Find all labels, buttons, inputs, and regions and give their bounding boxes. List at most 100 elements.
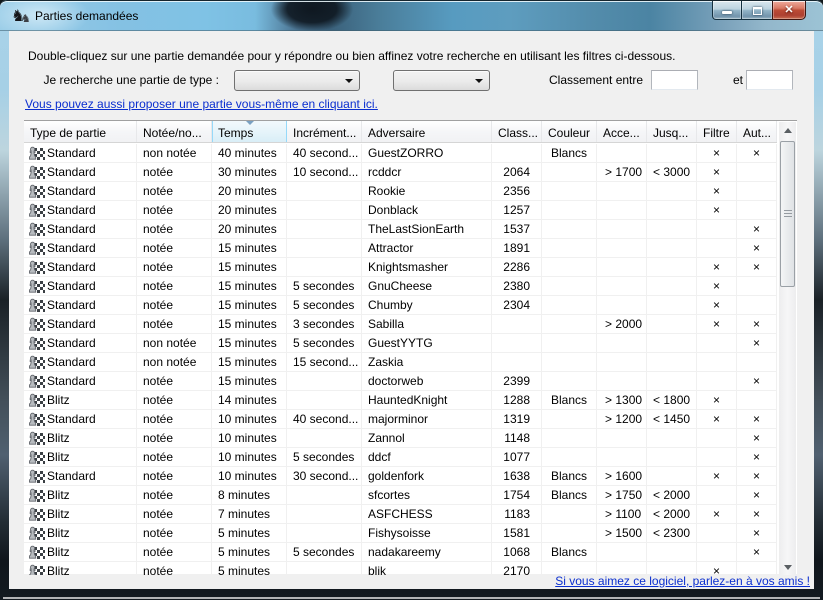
table-row[interactable]: Standardnotée20 minutesTheLastSionEarth1… [24, 220, 777, 239]
column-header-time[interactable]: Temps [212, 121, 287, 142]
column-header-filtre[interactable]: Filtre [697, 121, 737, 142]
table-row[interactable]: Blitznotée7 minutesASFCHESS1183> 1100< 2… [24, 505, 777, 524]
minimize-button[interactable] [712, 1, 742, 20]
cell-jusq [647, 448, 697, 467]
cell-couleur [542, 315, 597, 334]
cell-increment: 15 second... [287, 353, 362, 372]
scroll-up-button[interactable] [779, 122, 796, 138]
cell-jusq [647, 353, 697, 372]
rating-max-input[interactable] [746, 70, 793, 90]
cell-adversaire: goldenfork [362, 467, 492, 486]
cell-adversaire: Chumby [362, 296, 492, 315]
cell-type: Standard [24, 277, 137, 296]
pawn-chessboard-icon [28, 222, 45, 237]
cell-time: 10 minutes [212, 467, 287, 486]
table-row[interactable]: Blitznotée14 minutesHauntedKnight1288Bla… [24, 391, 777, 410]
cell-increment: 5 secondes [287, 334, 362, 353]
title-bar[interactable]: ♞♞ Parties demandées ✕ [0, 0, 823, 31]
cell-adversaire: ASFCHESS [362, 505, 492, 524]
table-row[interactable]: Standardnotée15 minutesAttractor1891× [24, 239, 777, 258]
column-header-couleur[interactable]: Couleur [542, 121, 597, 142]
cell-adversaire: HauntedKnight [362, 391, 492, 410]
cell-rated: non notée [137, 144, 212, 163]
cell-aut [737, 182, 777, 201]
table-row[interactable]: Blitznotée8 minutessfcortes1754Blancs> 1… [24, 486, 777, 505]
cell-filtre: × [697, 296, 737, 315]
table-row[interactable]: Blitznotée5 minutes5 secondesnadakareemy… [24, 543, 777, 562]
propose-game-link[interactable]: Vous pouvez aussi proposer une partie vo… [25, 97, 378, 111]
cell-jusq: < 2000 [647, 505, 697, 524]
cell-couleur [542, 182, 597, 201]
cell-aut: × [737, 524, 777, 543]
cell-time: 15 minutes [212, 258, 287, 277]
game-type-combo[interactable] [234, 70, 360, 91]
table-row[interactable]: Standardnotée10 minutes30 second...golde… [24, 467, 777, 486]
column-header-rated[interactable]: Notée/no... [137, 121, 212, 142]
column-header-type[interactable]: Type de partie [24, 121, 137, 142]
cell-jusq [647, 239, 697, 258]
cell-acce [597, 448, 647, 467]
cell-rated: notée [137, 505, 212, 524]
table-row[interactable]: Standardnotée10 minutes40 second...major… [24, 410, 777, 429]
column-header-aut[interactable]: Aut... [737, 121, 777, 142]
cell-acce [597, 296, 647, 315]
cell-classement: 1754 [492, 486, 542, 505]
cell-classement: 1638 [492, 467, 542, 486]
table-row[interactable]: Standardnotée15 minutes5 secondesChumby2… [24, 296, 777, 315]
table-row[interactable]: Standardnotée15 minutesKnightsmasher2286… [24, 258, 777, 277]
maximize-button[interactable] [742, 1, 772, 20]
vertical-scrollbar[interactable] [779, 122, 796, 575]
share-software-link[interactable]: Si vous aimez ce logiciel, parlez-en à v… [555, 574, 810, 588]
cell-jusq [647, 258, 697, 277]
cell-acce: > 1500 [597, 524, 647, 543]
cell-type: Blitz [24, 486, 137, 505]
cell-rated: notée [137, 448, 212, 467]
pawn-chessboard-icon [28, 298, 45, 313]
cell-adversaire: ddcf [362, 448, 492, 467]
cell-increment [287, 372, 362, 391]
scroll-down-button[interactable] [779, 559, 796, 575]
cell-classement: 1537 [492, 220, 542, 239]
combo-arrow-icon [475, 79, 483, 83]
table-row[interactable]: Standardnon notée40 minutes40 second...G… [24, 144, 777, 163]
cell-time: 15 minutes [212, 296, 287, 315]
cell-time: 5 minutes [212, 524, 287, 543]
table-row[interactable]: Standardnotée15 minutesdoctorweb2399× [24, 372, 777, 391]
cell-classement: 1891 [492, 239, 542, 258]
cell-jusq [647, 220, 697, 239]
table-row[interactable]: Blitznotée10 minutes5 secondesddcf1077× [24, 448, 777, 467]
pawn-chessboard-icon [28, 545, 45, 560]
table-row[interactable]: Standardnotée15 minutes3 secondesSabilla… [24, 315, 777, 334]
rating-min-input[interactable] [651, 70, 698, 90]
column-header-increment[interactable]: Incrément... [287, 121, 362, 142]
cell-couleur [542, 429, 597, 448]
cell-aut: × [737, 543, 777, 562]
cell-increment: 5 secondes [287, 448, 362, 467]
table-row[interactable]: Blitznotée5 minutesFishysoisse1581> 1500… [24, 524, 777, 543]
cell-time: 10 minutes [212, 448, 287, 467]
table-row[interactable]: Blitznotée10 minutesZannol1148× [24, 429, 777, 448]
cell-rated: notée [137, 182, 212, 201]
cell-increment: 10 second... [287, 163, 362, 182]
column-header-acce[interactable]: Acce... [597, 121, 647, 142]
cell-acce: > 1100 [597, 505, 647, 524]
close-button[interactable]: ✕ [772, 1, 806, 20]
table-row[interactable]: Standardnotée15 minutes5 secondesGnuChee… [24, 277, 777, 296]
cell-aut: × [737, 258, 777, 277]
cell-classement: 2380 [492, 277, 542, 296]
cell-filtre [697, 486, 737, 505]
column-header-adversaire[interactable]: Adversaire [362, 121, 492, 142]
table-row[interactable]: Standardnotée20 minutesDonblack1257× [24, 201, 777, 220]
cell-rated: notée [137, 543, 212, 562]
cell-filtre [697, 239, 737, 258]
table-row[interactable]: Standardnon notée15 minutes15 second...Z… [24, 353, 777, 372]
game-subtype-combo[interactable] [393, 70, 490, 91]
table-row[interactable]: Standardnotée20 minutesRookie2356× [24, 182, 777, 201]
column-header-jusq[interactable]: Jusq... [647, 121, 697, 142]
cell-adversaire: Knightsmasher [362, 258, 492, 277]
scrollbar-thumb[interactable] [780, 141, 795, 287]
table-row[interactable]: Standardnotée30 minutes10 second...rcddc… [24, 163, 777, 182]
cell-classement: 1183 [492, 505, 542, 524]
table-row[interactable]: Standardnon notée15 minutes5 secondesGue… [24, 334, 777, 353]
column-header-classement[interactable]: Class... [492, 121, 542, 142]
